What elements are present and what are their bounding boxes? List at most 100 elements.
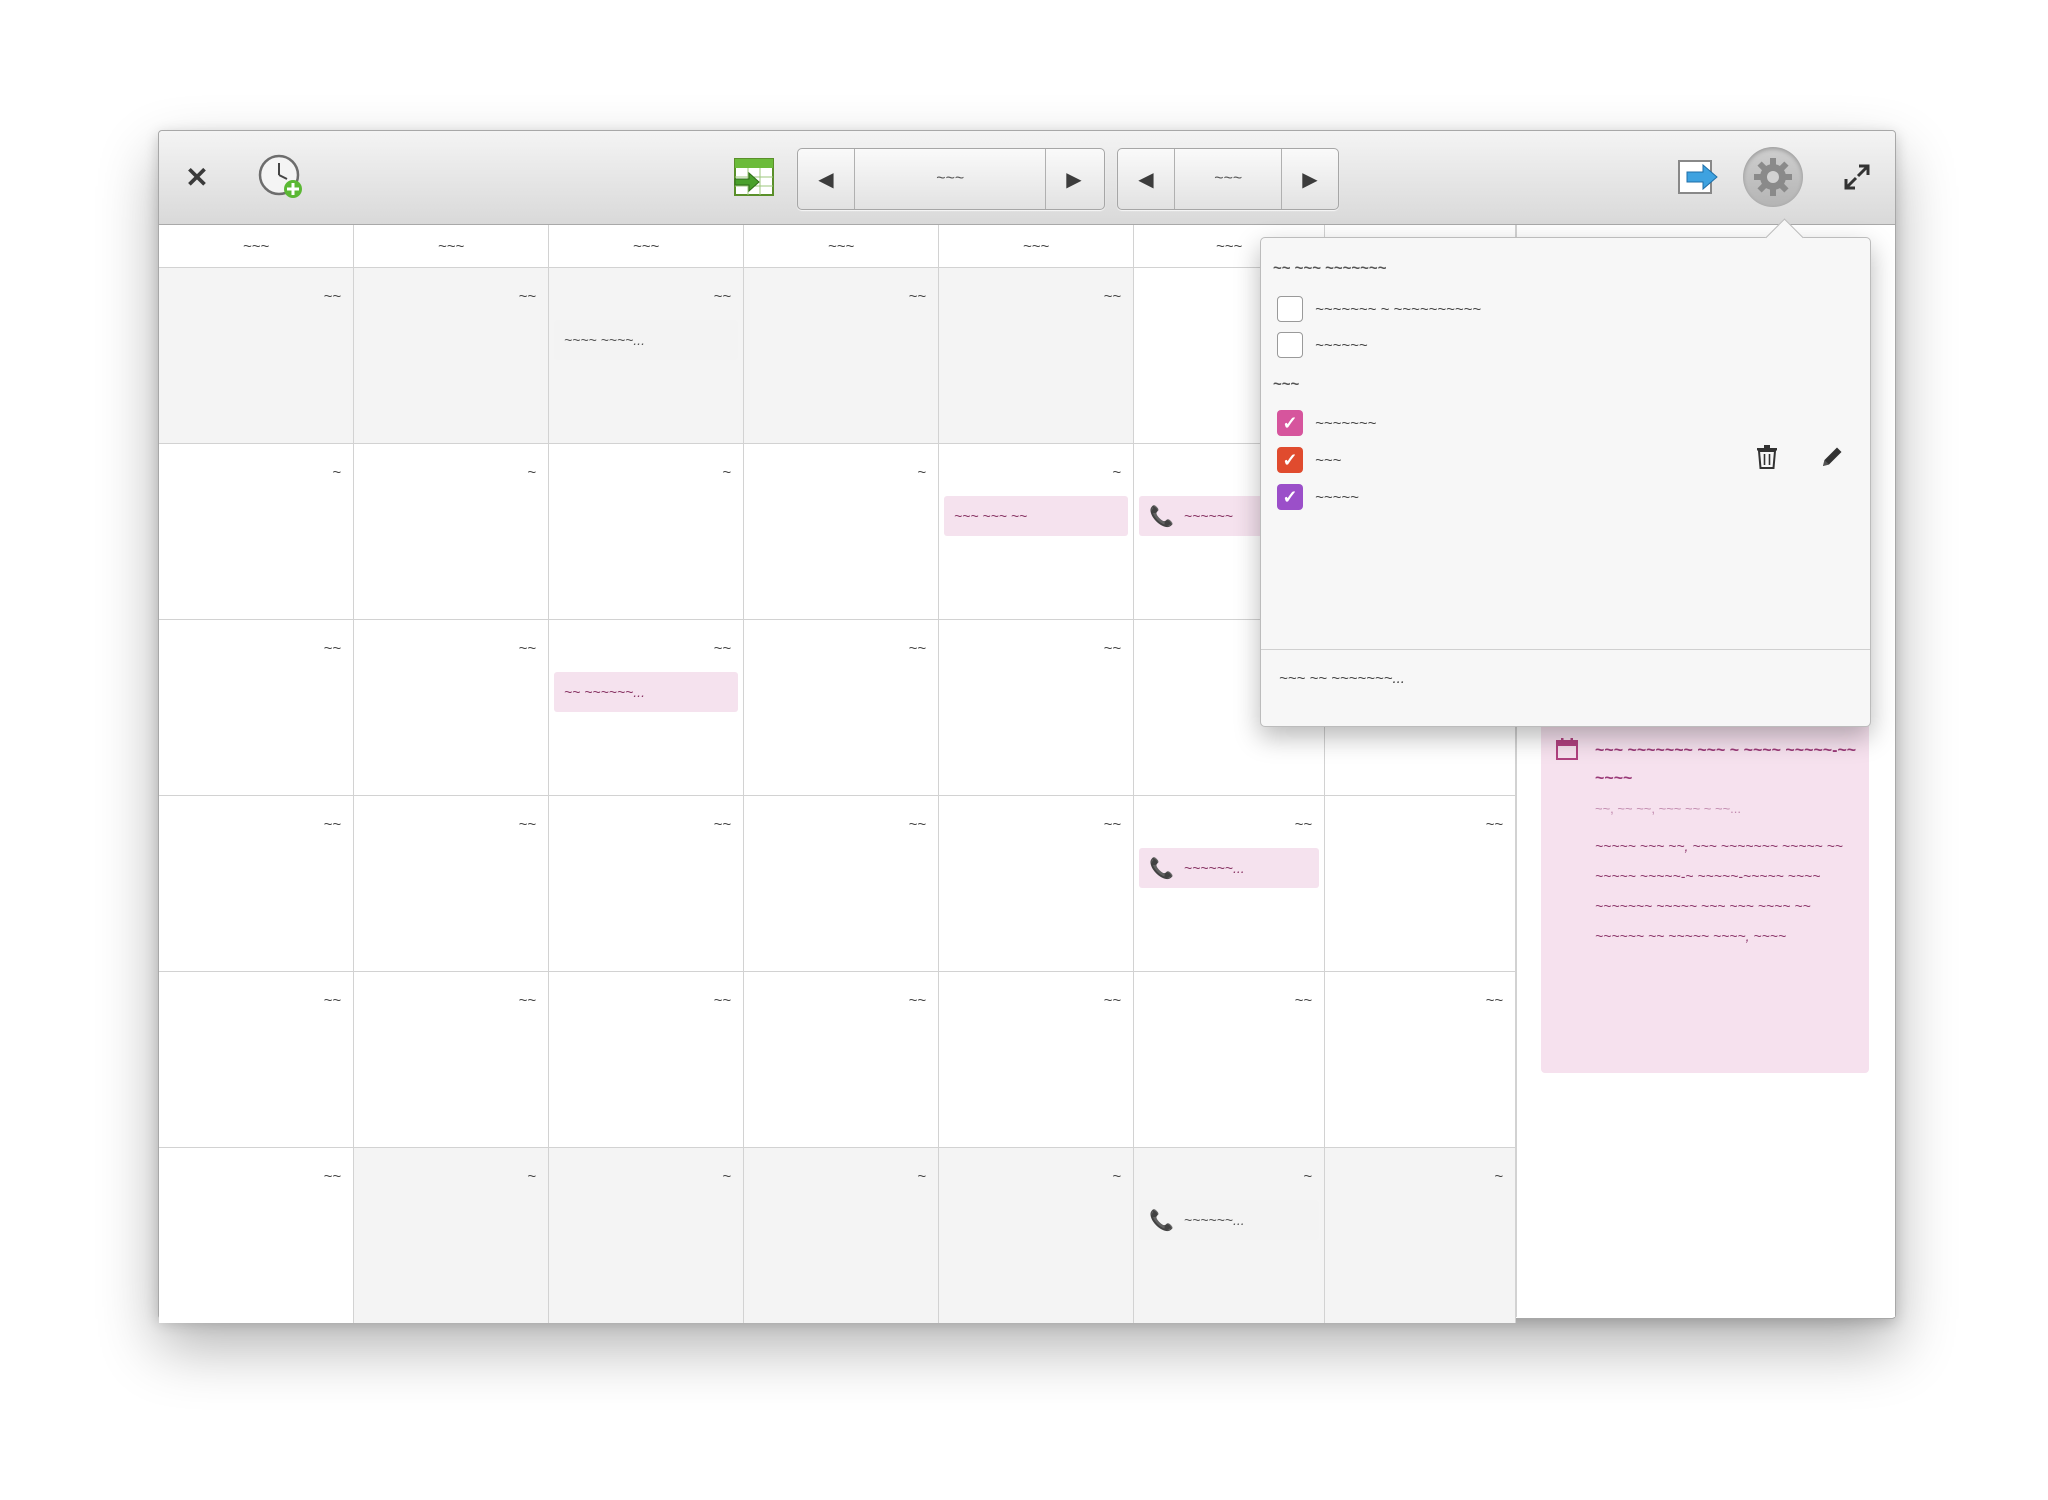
calendar-event[interactable]: ~~~ ~~~ ~~ [944, 496, 1128, 536]
day-number: ~ [527, 1168, 536, 1185]
day-cell[interactable]: ~ [354, 1148, 549, 1323]
week-row: ~~ ~~ ~~ ~~ ~~ ~~ ~~ [159, 972, 1516, 1148]
expand-icon [1844, 164, 1870, 190]
day-cell[interactable]: ~~ ~~ ~~~~~~... [549, 620, 744, 795]
calendar-settings-popover: ~~ ~~~ ~~~~~~~ ~~~~~~~ ~ ~~~~~~~~~~ ~~~~… [1260, 218, 1871, 727]
day-cell[interactable]: ~~ [159, 972, 354, 1147]
weekday-label: ~~~ [549, 225, 744, 267]
export-button[interactable] [1675, 153, 1723, 201]
day-cell[interactable]: ~~ 📞 ~~~~~~... [1134, 796, 1325, 971]
day-number: ~~ [713, 992, 731, 1009]
triangle-right-icon: ▶ [1066, 168, 1082, 191]
event-label: ~~~~~~ [1183, 508, 1233, 524]
day-cell[interactable]: ~ [744, 444, 939, 619]
day-cell[interactable]: ~ [159, 444, 354, 619]
calendar-checkbox-checked[interactable]: ✓ [1277, 484, 1303, 510]
day-number: ~~ [323, 816, 341, 833]
next-year-button[interactable]: ▶ [1282, 149, 1338, 209]
event-detail-card[interactable]: ~~~ ~~~~~~~ ~~~ ~ ~~~~ ~~~~~-~~ ~~~~ ~~,… [1541, 723, 1869, 1073]
day-cell[interactable]: ~~ [744, 620, 939, 795]
day-cell[interactable]: ~ [1325, 1148, 1516, 1323]
day-cell[interactable]: ~~ [354, 796, 549, 971]
settings-button[interactable] [1743, 147, 1803, 207]
calendar-row[interactable]: ✓ ~~~~~ [1277, 480, 1359, 514]
calendar-checkbox-checked[interactable]: ✓ [1277, 410, 1303, 436]
add-alarm-button[interactable] [255, 151, 307, 203]
option-row[interactable]: ~~~~~~ [1277, 328, 1368, 362]
day-number: ~~ [713, 816, 731, 833]
clock-add-icon [258, 154, 302, 198]
day-cell[interactable]: ~~ [939, 268, 1134, 443]
day-cell[interactable]: ~~ [1134, 972, 1325, 1147]
day-number: ~ [332, 464, 341, 481]
close-button[interactable]: ✕ [179, 159, 215, 195]
calendar-row[interactable]: ✓ ~~~ [1277, 443, 1857, 477]
day-number: ~~ [323, 1168, 341, 1185]
fullscreen-button[interactable] [1839, 159, 1875, 195]
day-number: ~~ [713, 640, 731, 657]
day-cell[interactable]: ~~ [549, 796, 744, 971]
export-icon [1678, 160, 1718, 194]
calendar-event[interactable]: 📞 ~~~~~~... [1139, 848, 1319, 888]
calendar-event[interactable]: ~~ ~~~~~~... [554, 672, 738, 712]
day-cell[interactable]: ~~ [354, 268, 549, 443]
day-cell[interactable]: ~~ [159, 1148, 354, 1323]
day-number: ~ [1112, 464, 1121, 481]
prev-year-button[interactable]: ◀ [1118, 149, 1174, 209]
day-cell[interactable]: ~~ [159, 796, 354, 971]
month-navigator: ◀ ~~~ ▶ [797, 148, 1105, 210]
day-cell[interactable]: ~~ [354, 972, 549, 1147]
calendar-event[interactable]: 📞 ~~~~~~... [1139, 1200, 1319, 1240]
phone-icon: 📞 [1149, 857, 1174, 880]
day-cell[interactable]: ~~ [744, 972, 939, 1147]
day-cell[interactable]: ~~ [939, 972, 1134, 1147]
day-cell[interactable]: ~~ [1325, 972, 1516, 1147]
import-button[interactable] [731, 153, 779, 201]
add-calendar-link[interactable]: ~~~ ~~ ~~~~~~~... [1279, 670, 1405, 687]
popover-divider [1261, 649, 1870, 650]
calendar-row[interactable]: ✓ ~~~~~~~ [1277, 406, 1376, 440]
day-cell[interactable]: ~~ [159, 620, 354, 795]
day-number: ~ [722, 464, 731, 481]
calendar-label: ~~~~~~~ [1315, 414, 1377, 432]
option-row[interactable]: ~~~~~~~ ~ ~~~~~~~~~~ [1277, 292, 1481, 326]
day-cell[interactable]: ~ [744, 1148, 939, 1323]
day-cell[interactable]: ~~ [159, 268, 354, 443]
day-cell[interactable]: ~ [354, 444, 549, 619]
day-cell[interactable]: ~ ~~~ ~~~ ~~ [939, 444, 1134, 619]
day-number: ~~ [323, 640, 341, 657]
day-cell[interactable]: ~~ [744, 268, 939, 443]
day-number: ~~ [323, 288, 341, 305]
trash-icon[interactable] [1755, 444, 1779, 477]
year-navigator: ◀ ~~~ ▶ [1117, 148, 1339, 210]
day-number: ~ [1303, 1168, 1312, 1185]
next-month-button[interactable]: ▶ [1046, 149, 1102, 209]
day-cell[interactable]: ~~ [354, 620, 549, 795]
day-number: ~ [527, 464, 536, 481]
day-cell[interactable]: ~ 📞 ~~~~~~... [1134, 1148, 1325, 1323]
checkbox[interactable] [1277, 296, 1303, 322]
option-label: ~~~~~~~ ~ ~~~~~~~~~~ [1315, 300, 1482, 318]
phone-icon: 📞 [1149, 1209, 1174, 1232]
day-cell[interactable]: ~~ [744, 796, 939, 971]
day-number: ~~ [713, 288, 731, 305]
day-cell[interactable]: ~~ [1325, 796, 1516, 971]
day-cell[interactable]: ~~ [549, 972, 744, 1147]
day-cell[interactable]: ~~ [939, 620, 1134, 795]
week-row: ~~ ~ ~ ~ ~ ~ 📞 ~~~~~~... ~ [159, 1148, 1516, 1323]
weekday-label: ~~~ [159, 225, 354, 267]
calendar-row-actions [1755, 443, 1845, 477]
day-number: ~~ [908, 288, 926, 305]
day-number: ~~ [1294, 816, 1312, 833]
prev-month-button[interactable]: ◀ [798, 149, 854, 209]
calendar-checkbox-checked[interactable]: ✓ [1277, 447, 1303, 473]
day-number: ~~ [1485, 992, 1503, 1009]
pencil-icon[interactable] [1819, 444, 1845, 477]
day-cell[interactable]: ~ [549, 1148, 744, 1323]
checkbox[interactable] [1277, 332, 1303, 358]
day-cell[interactable]: ~~ [939, 796, 1134, 971]
calendar-event[interactable]: ~~~~ ~~~~... [554, 320, 738, 360]
day-cell[interactable]: ~ [939, 1148, 1134, 1323]
day-cell[interactable]: ~ [549, 444, 744, 619]
day-cell[interactable]: ~~ ~~~~ ~~~~... [549, 268, 744, 443]
